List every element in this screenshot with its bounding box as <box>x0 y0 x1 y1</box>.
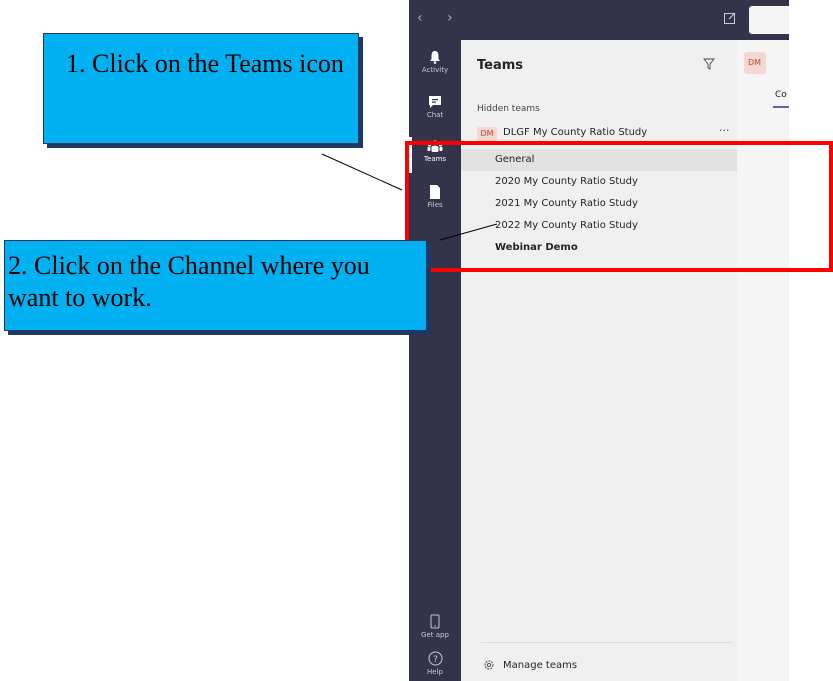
rail-item-help[interactable]: ? Help <box>409 645 461 681</box>
hidden-teams-label: Hidden teams <box>477 104 540 114</box>
app-rail: Activity Chat Teams Files Get app ? Help <box>409 40 461 681</box>
title-bar: ‹ › <box>409 0 789 40</box>
panel-divider <box>481 642 733 643</box>
channel-2021[interactable]: 2021 My County Ratio Study <box>461 193 737 215</box>
teams-window: ‹ › Activity Chat Teams Files Get app ? … <box>409 0 789 681</box>
more-options-icon[interactable]: ··· <box>719 124 730 137</box>
channel-label: 2021 My County Ratio Study <box>495 198 638 209</box>
history-arrows[interactable]: ‹ › <box>417 10 463 26</box>
rail-label-chat: Chat <box>426 111 444 119</box>
file-icon <box>430 185 440 199</box>
search-input[interactable] <box>749 6 789 34</box>
callout-step-2: 2. Click on the Channel where you want t… <box>4 240 427 331</box>
compose-icon[interactable] <box>723 11 737 25</box>
rail-label-help: Help <box>427 668 443 676</box>
phone-icon <box>430 614 440 629</box>
callout-step-1-text: 1. Click on the Teams icon <box>66 49 344 78</box>
channel-2020[interactable]: 2020 My County Ratio Study <box>461 171 737 193</box>
rail-item-activity[interactable]: Activity <box>409 44 461 88</box>
active-indicator <box>409 137 412 173</box>
channel-general[interactable]: General <box>461 149 737 171</box>
channel-label: 2020 My County Ratio Study <box>495 176 638 187</box>
panel-title: Teams <box>477 58 524 73</box>
callout-step-2-text: 2. Click on the Channel where you want t… <box>8 251 370 312</box>
content-team-avatar: DM <box>744 52 766 74</box>
channel-2022[interactable]: 2022 My County Ratio Study <box>461 215 737 237</box>
teams-panel: Teams Hidden teams DM DLGF My County Rat… <box>461 40 737 681</box>
content-pane: DM Co <box>737 40 789 681</box>
channel-label: 2022 My County Ratio Study <box>495 220 638 231</box>
help-icon: ? <box>428 651 442 666</box>
rail-label-files: Files <box>427 201 443 209</box>
svg-text:?: ? <box>433 655 438 665</box>
teams-icon <box>427 140 443 152</box>
callout-step-1: 1. Click on the Teams icon <box>43 33 359 144</box>
rail-label-get-app: Get app <box>421 631 449 639</box>
team-avatar: DM <box>477 127 497 141</box>
rail-label-activity: Activity <box>421 66 449 74</box>
bell-icon <box>430 51 440 64</box>
tab-conversations[interactable]: Co <box>775 90 787 100</box>
channel-label: Webinar Demo <box>495 242 578 253</box>
rail-item-files[interactable]: Files <box>409 179 461 223</box>
leader-line-step1 <box>321 153 403 191</box>
filter-icon[interactable] <box>703 58 715 70</box>
chat-icon <box>429 96 441 108</box>
rail-label-teams: Teams <box>423 155 447 163</box>
rail-item-chat[interactable]: Chat <box>409 89 461 133</box>
team-name: DLGF My County Ratio Study <box>503 127 648 138</box>
gear-icon[interactable] <box>483 659 495 671</box>
team-row[interactable]: DM DLGF My County Ratio Study ··· <box>461 124 737 144</box>
channel-label: General <box>495 154 535 165</box>
channel-webinar-demo[interactable]: Webinar Demo <box>461 237 737 259</box>
manage-teams-link[interactable]: Manage teams <box>503 660 577 671</box>
rail-item-teams[interactable]: Teams <box>409 133 461 177</box>
active-tab-underline <box>773 106 789 108</box>
